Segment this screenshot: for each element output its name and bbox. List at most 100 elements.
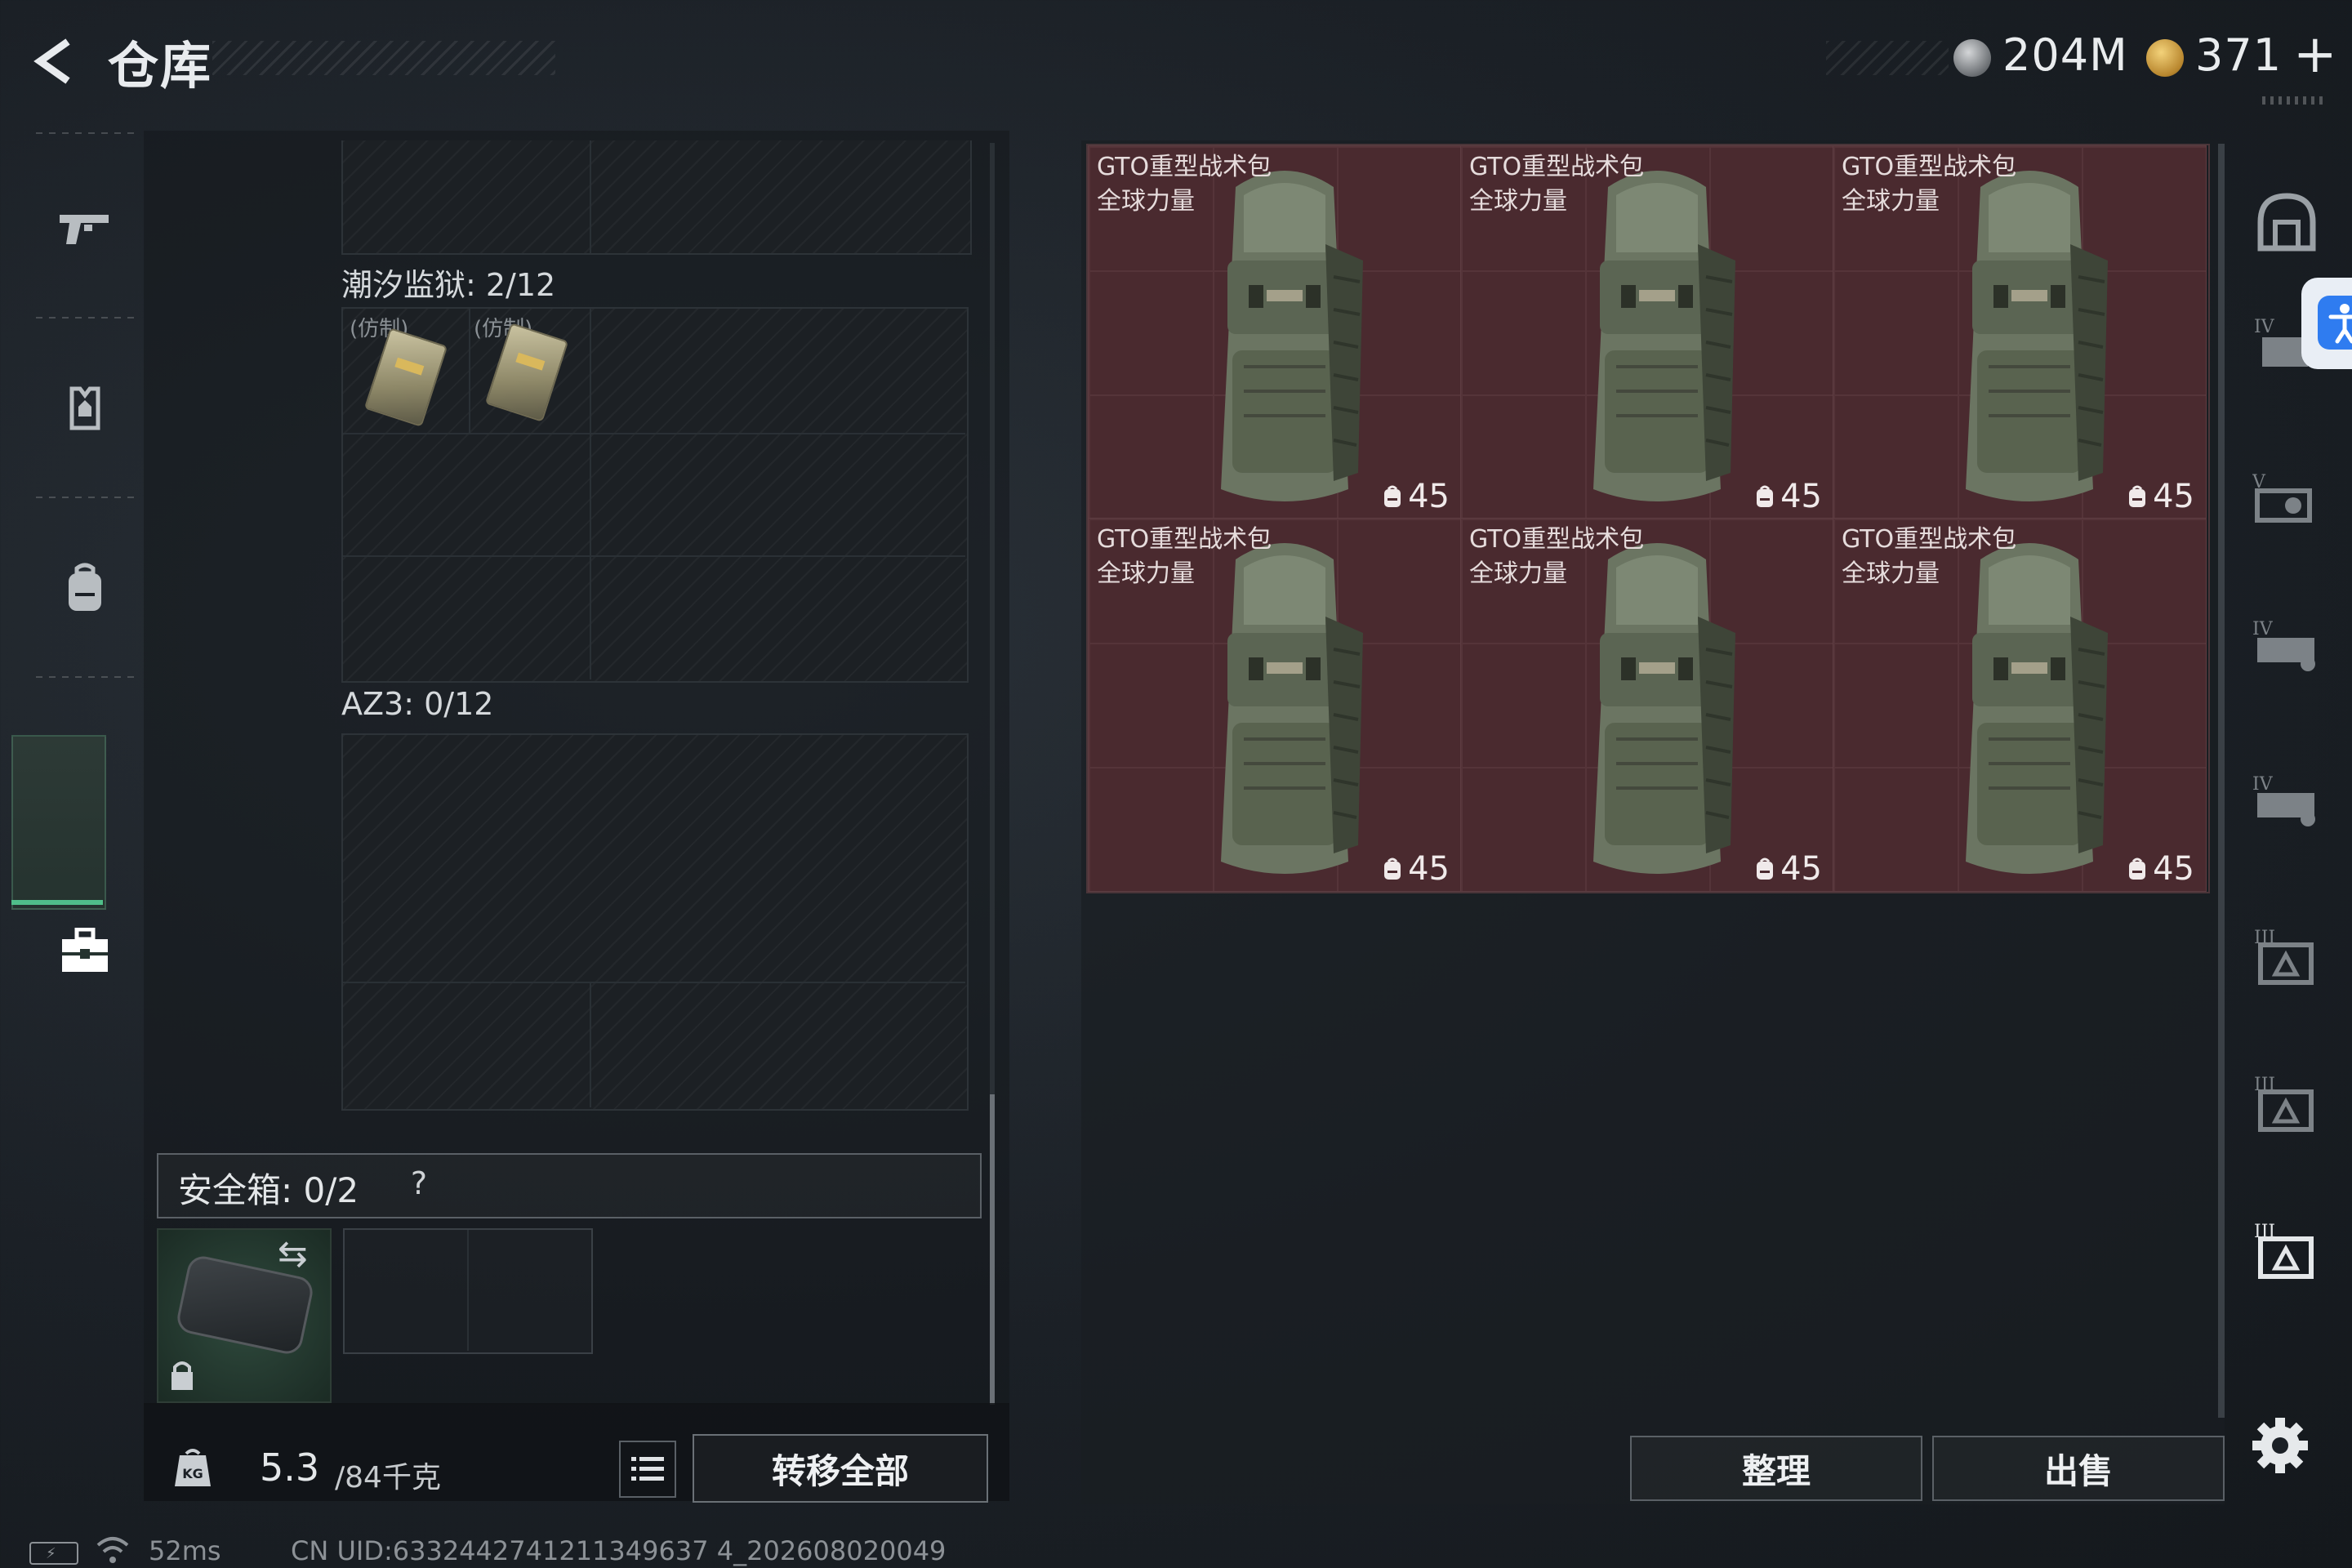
grid-line <box>590 982 591 1107</box>
sort-button[interactable]: 整理 <box>1630 1436 1922 1501</box>
nav-divider <box>36 497 134 498</box>
nav-divider <box>36 676 134 678</box>
backpack-capacity-icon <box>1757 485 1774 507</box>
gold-coin-icon <box>2146 39 2184 77</box>
lock-icon <box>172 1361 193 1390</box>
silver-currency-value: 204M <box>2002 29 2128 81</box>
back-arrow-icon <box>33 38 70 84</box>
battery-icon: ⚡ <box>29 1542 78 1565</box>
inventory-item-cell[interactable]: GTO重型战术包 全球力量 45 <box>1833 145 2207 519</box>
grid-line <box>590 140 591 253</box>
title-stripe-decoration <box>212 41 555 75</box>
item-faction: 全球力量 <box>1842 187 1940 216</box>
tier-case-icon: IV <box>2252 774 2315 826</box>
item-capacity-value: 45 <box>1780 478 1822 515</box>
nav-item-weapons[interactable] <box>28 147 142 310</box>
list-icon <box>631 1457 664 1481</box>
toolbox-icon-wrap <box>59 927 111 973</box>
item-faction: 全球力量 <box>1097 187 1195 216</box>
storage-house-icon <box>2257 193 2316 252</box>
item-capacity-value: 45 <box>2153 478 2194 515</box>
svg-text:IV: IV <box>2252 774 2274 795</box>
inventory-item-cell[interactable]: GTO重型战术包 全球力量 45 <box>1088 518 1462 892</box>
grid-line <box>467 1230 469 1351</box>
tier-gear-icon: V <box>2252 472 2312 523</box>
container-grid-top[interactable] <box>341 140 972 255</box>
backpack-item-image <box>1966 171 2108 501</box>
wifi-icon <box>96 1537 129 1563</box>
item-capacity: 45 <box>2127 478 2194 515</box>
item-panel-scrollbar[interactable] <box>2218 144 2225 1418</box>
item-name: GTO重型战术包 <box>1469 525 1645 554</box>
filter-tier-v-gear[interactable]: V <box>2246 457 2328 539</box>
grid-line <box>343 555 965 557</box>
filter-all[interactable] <box>2246 181 2328 263</box>
item-faction: 全球力量 <box>1469 187 1567 216</box>
accessibility-icon <box>2318 296 2352 350</box>
item-capacity-value: 45 <box>1780 850 1822 888</box>
filter-tier-iii-armor-selected[interactable]: III <box>2246 1209 2328 1290</box>
filter-tier-iii-armor[interactable]: III <box>2246 915 2328 996</box>
armor-vest-icon <box>69 386 100 430</box>
inventory-item-cell[interactable]: GTO重型战术包 全球力量 45 <box>1460 518 1834 892</box>
item-capacity-value: 45 <box>1408 478 1450 515</box>
settings-gear-icon[interactable] <box>2247 1413 2313 1478</box>
backpack-item-image <box>1593 171 1735 501</box>
storage-scrollbar-thumb[interactable] <box>990 1094 995 1405</box>
backpack-item-image <box>1966 543 2108 874</box>
backpack-item-image <box>1221 543 1363 874</box>
item-capacity-value: 45 <box>1408 850 1450 888</box>
filter-tier-iii-armor-2[interactable]: III <box>2246 1062 2328 1143</box>
sell-button[interactable]: 出售 <box>1932 1436 2225 1501</box>
weight-capacity: /84千克 <box>335 1461 441 1494</box>
swap-icon[interactable]: ⇆ <box>278 1233 308 1275</box>
inventory-item-cell[interactable]: GTO重型战术包 全球力量 45 <box>1460 145 1834 519</box>
tier-armor-icon: III <box>2254 928 2314 985</box>
container-label-tidal-prison: 潮汐监狱: 2/12 <box>341 267 556 303</box>
tier-armor-icon: III <box>2254 1075 2314 1132</box>
nav-divider <box>36 317 134 318</box>
item-capacity: 45 <box>1754 478 1822 515</box>
nav-item-toolbox-active[interactable] <box>11 735 106 910</box>
back-button[interactable] <box>24 31 85 91</box>
left-category-nav <box>28 131 142 1054</box>
backpack-capacity-icon <box>1384 858 1401 880</box>
svg-text:IV: IV <box>2254 317 2275 337</box>
toolbox-icon <box>62 927 108 972</box>
tier-armor-icon: III <box>2254 1222 2314 1279</box>
page-title: 仓库 <box>108 36 213 96</box>
tier-case-icon: IV <box>2252 619 2315 671</box>
item-name: GTO重型战术包 <box>1097 525 1272 554</box>
item-capacity: 45 <box>1382 850 1450 888</box>
inventory-item-cell[interactable]: GTO重型战术包 全球力量 45 <box>1833 518 2207 892</box>
grid-line <box>590 309 591 679</box>
add-currency-button[interactable]: + <box>2293 24 2337 85</box>
container-label-az3: AZ3: 0/12 <box>341 686 494 722</box>
backpack-icon <box>69 563 101 611</box>
item-name: GTO重型战术包 <box>1842 525 2017 554</box>
nav-divider <box>36 132 134 134</box>
item-capacity-value: 45 <box>2153 850 2194 888</box>
user-uid: CN UID:6332442741211349637 4_20260802004… <box>291 1535 947 1566</box>
item-name: GTO重型战术包 <box>1469 153 1645 181</box>
backpack-capacity-icon <box>2129 858 2146 880</box>
grid-line <box>343 982 965 983</box>
nav-item-backpacks[interactable] <box>28 506 142 670</box>
backpack-capacity-icon <box>1384 485 1401 507</box>
active-nav-indicator <box>11 900 103 905</box>
transfer-all-button[interactable]: 转移全部 <box>693 1434 988 1503</box>
weight-current: 5.3 <box>260 1446 320 1490</box>
item-capacity: 45 <box>1754 850 1822 888</box>
safe-box-label: 安全箱: 0/2 <box>178 1170 359 1210</box>
inventory-item-cell[interactable]: GTO重型战术包 全球力量 45 <box>1088 145 1462 519</box>
filter-tier-iv-case-2[interactable]: IV <box>2246 760 2328 841</box>
item-name: GTO重型战术包 <box>1842 153 2017 181</box>
backpack-item-image <box>1221 171 1363 501</box>
container-grid-az3[interactable] <box>341 733 969 1111</box>
list-view-button[interactable] <box>619 1441 676 1498</box>
filter-tier-iv-case[interactable]: IV <box>2246 604 2328 686</box>
safe-box-help-button[interactable]: ? <box>399 1163 439 1204</box>
backpack-item-image <box>1593 543 1735 874</box>
svg-text:KG: KG <box>182 1466 203 1481</box>
nav-item-armor[interactable] <box>28 327 142 490</box>
